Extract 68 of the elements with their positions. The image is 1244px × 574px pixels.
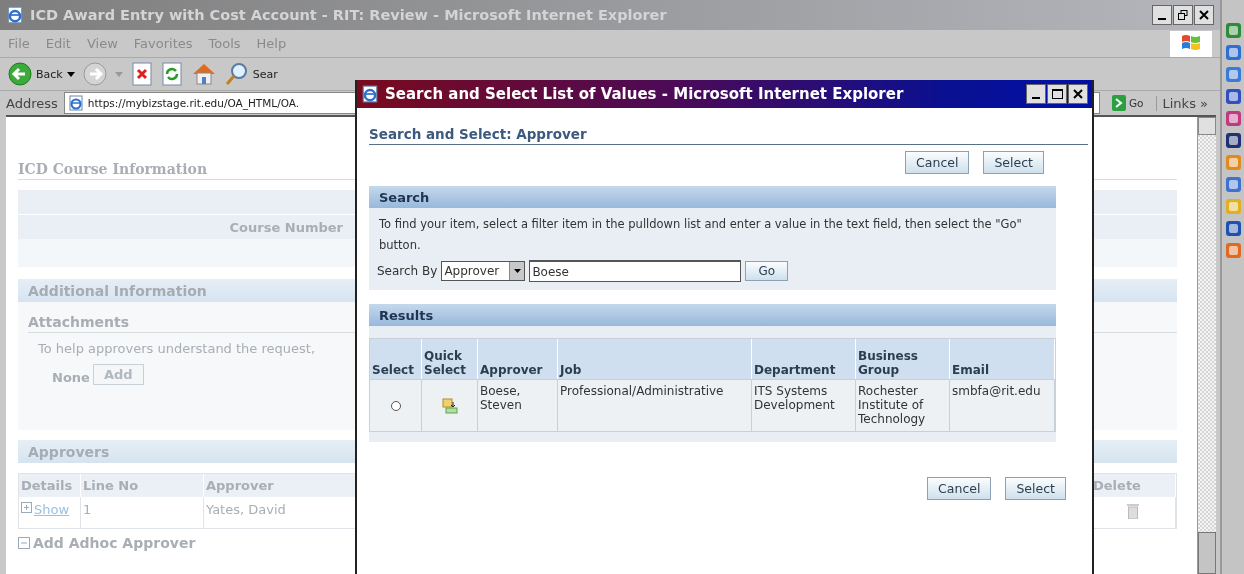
section-header: Search	[369, 186, 1056, 208]
close-icon	[1199, 10, 1209, 20]
go-arrow-icon	[1111, 95, 1126, 111]
column-header: Select	[370, 339, 422, 379]
column-header: Line No	[81, 474, 204, 497]
column-header: Delete	[1091, 474, 1176, 497]
column-header: Approver	[478, 339, 558, 379]
table-cell: Professional/Administrative	[558, 379, 752, 431]
field-label: Search By	[377, 264, 438, 278]
page-icon	[67, 95, 84, 111]
minimize-button[interactable]	[1152, 5, 1172, 25]
attachment-status: None	[52, 369, 90, 385]
expand-icon[interactable]	[21, 502, 32, 513]
column-header: Business Group	[856, 339, 950, 379]
restore-icon	[1178, 10, 1188, 20]
action-button[interactable]: Select	[1005, 477, 1066, 500]
minimize-icon	[1032, 97, 1040, 99]
app-icon[interactable]	[1224, 132, 1242, 149]
app-icon[interactable]	[1224, 88, 1242, 105]
window-title: ICD Award Entry with Cost Account - RIT: Review - Microsoft Internet Explorer	[30, 7, 668, 23]
close-icon	[1073, 89, 1083, 99]
instructions-text: To find your item, select a filter item in the pulldown list and enter a value in the text field, then select the "Go" button.	[379, 216, 1023, 254]
section-header: Results	[369, 304, 1056, 326]
restore-button[interactable]	[1173, 5, 1193, 25]
dialog-title: Search and Select List of Values - Microsoft Internet Explorer	[385, 85, 905, 103]
field-label: Course Number	[228, 219, 343, 235]
browser-icon	[361, 85, 379, 103]
column-header: Quick Select	[422, 339, 478, 379]
action-button[interactable]: Cancel	[927, 477, 992, 500]
column-header: Job	[558, 339, 752, 379]
close-button[interactable]	[1194, 5, 1214, 25]
filter-dropdown[interactable]: Approver	[441, 261, 526, 281]
scrollbar[interactable]	[1197, 117, 1216, 574]
app-icon[interactable]	[1224, 220, 1242, 237]
select-radio[interactable]	[390, 400, 401, 411]
browser-icon	[6, 6, 24, 24]
column-header: Email	[950, 339, 1055, 379]
links-button[interactable]: Links »	[1155, 95, 1214, 111]
trash-icon[interactable]	[1127, 503, 1139, 519]
page-heading: Search and Select: Approver	[369, 126, 1088, 145]
stop-icon[interactable]	[130, 62, 153, 86]
column-header: Department	[752, 339, 856, 379]
search-button[interactable]: Sear	[224, 62, 278, 86]
table-cell: Boese, Steven	[478, 379, 558, 431]
go-button[interactable]: Go	[1105, 94, 1150, 112]
search-icon	[224, 62, 249, 86]
address-label: Address	[6, 95, 58, 111]
windows-logo	[1170, 30, 1212, 57]
caret-icon	[66, 71, 75, 77]
maximize-icon	[1051, 89, 1063, 99]
hint-text: To help approvers understand the request,	[38, 341, 316, 356]
table-cell: smbfa@rit.edu	[950, 379, 1055, 431]
column-header: Details	[19, 474, 81, 497]
minimize-icon	[1158, 18, 1166, 20]
minimize-button[interactable]	[1026, 84, 1046, 104]
maximize-button[interactable]	[1047, 84, 1067, 104]
table-cell: Rochester Institute of Technology	[856, 379, 950, 431]
back-button[interactable]: Back	[8, 62, 75, 86]
close-button[interactable]	[1068, 84, 1088, 104]
quick-select-icon[interactable]	[441, 397, 458, 414]
table-cell: ITS Systems Development	[752, 379, 856, 431]
caret-icon	[513, 269, 521, 273]
action-button[interactable]: Cancel	[905, 151, 970, 174]
search-field[interactable]: Boese	[529, 260, 742, 282]
go-button[interactable]: Go	[745, 261, 788, 281]
refresh-icon[interactable]	[160, 62, 183, 86]
table-cell: 1	[81, 497, 204, 528]
action-button[interactable]: Select	[983, 151, 1044, 174]
